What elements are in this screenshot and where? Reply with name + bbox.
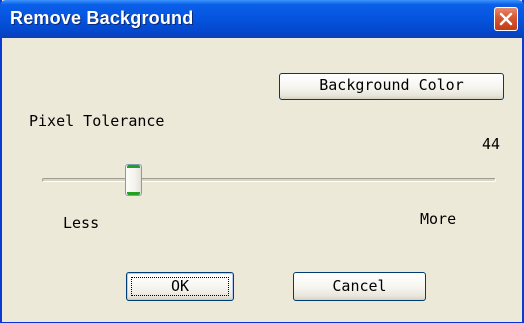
tolerance-slider-thumb[interactable] <box>125 164 142 196</box>
slider-min-label: Less <box>63 214 100 232</box>
background-color-button[interactable]: Background Color <box>279 73 504 100</box>
close-button[interactable] <box>494 7 518 31</box>
ok-button[interactable]: OK <box>126 272 234 301</box>
title-bar[interactable]: Remove Background <box>0 0 524 38</box>
dialog-title: Remove Background <box>10 8 194 28</box>
cancel-button[interactable]: Cancel <box>293 272 426 301</box>
close-icon <box>499 12 513 26</box>
tolerance-value: 44 <box>482 135 501 153</box>
pixel-tolerance-label: Pixel Tolerance <box>29 112 165 130</box>
ok-button-label: OK <box>170 277 190 295</box>
remove-background-dialog: Remove Background Background Color Pixel… <box>0 0 524 323</box>
slider-max-label: More <box>420 210 457 228</box>
tolerance-slider-track[interactable] <box>42 178 496 182</box>
